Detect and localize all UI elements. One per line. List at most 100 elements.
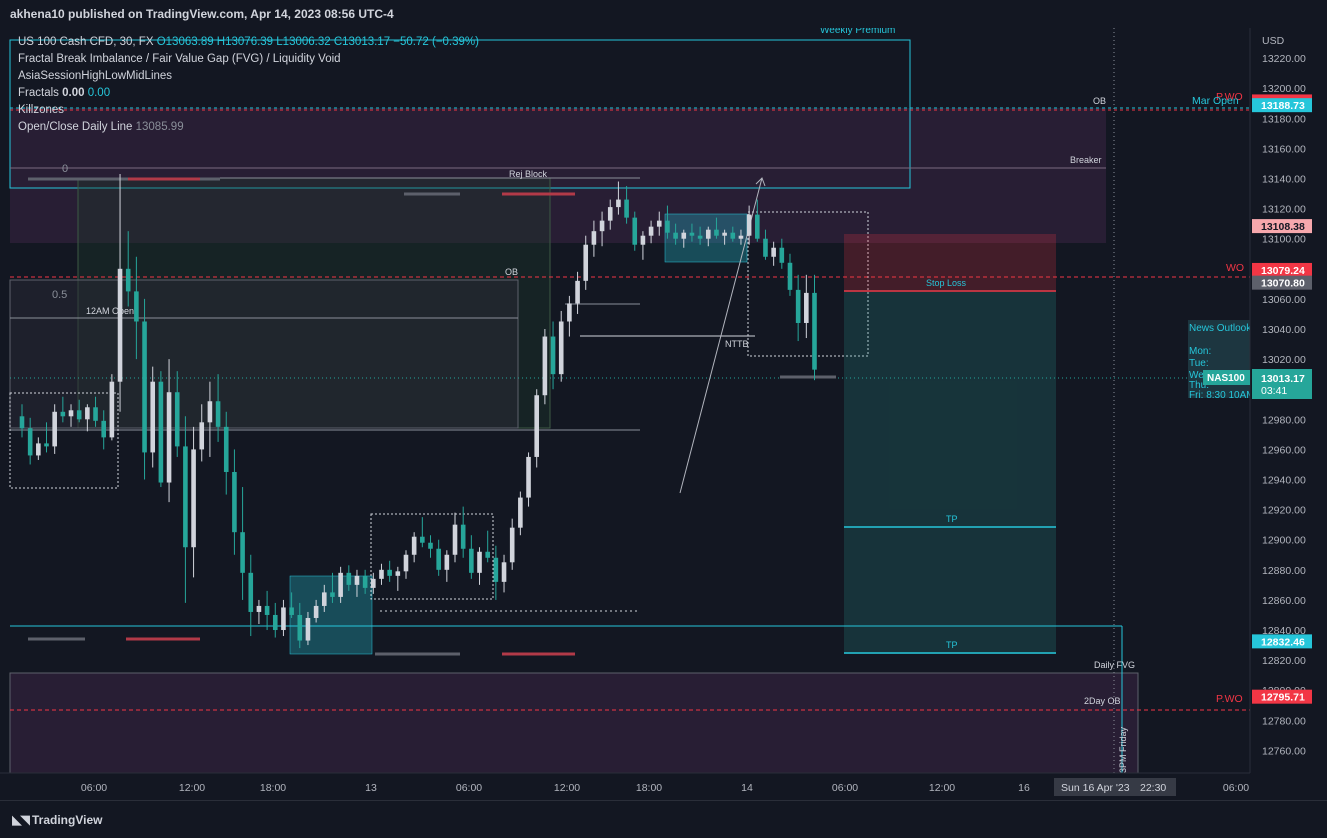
countdown: 03:41 bbox=[1261, 385, 1287, 397]
candle-body bbox=[526, 456, 531, 498]
y-tick-14: 13040.00 bbox=[1262, 324, 1306, 336]
candle-body bbox=[656, 220, 662, 227]
daily-fvg-zone bbox=[9, 672, 1139, 774]
candle-body bbox=[338, 572, 343, 597]
breaker-label: Breaker bbox=[1070, 155, 1102, 165]
tp2-label: TP bbox=[946, 640, 958, 650]
x-tick-0: 06:00 bbox=[81, 782, 107, 794]
candle-body bbox=[436, 548, 441, 570]
price-label-3: 13079.24 bbox=[1261, 265, 1305, 277]
candle-body bbox=[738, 235, 744, 239]
candle-body bbox=[36, 443, 41, 456]
chart-legend: US 100 Cash CFD, 30, FX O13063.89 H13076… bbox=[18, 34, 479, 136]
daily-line-value: 13085.99 bbox=[135, 121, 184, 133]
x-tick-7: 14 bbox=[741, 782, 753, 794]
tradingview-logo[interactable]: ⁠◣◥ TradingView bbox=[12, 812, 102, 828]
legend-ohlc: O13063.89 H13076.39 L13006.32 C13013.17 … bbox=[156, 36, 479, 48]
ob-mid-label: OB bbox=[505, 267, 518, 277]
crosshair-date: Sun 16 Apr '23 bbox=[1061, 782, 1130, 794]
candle-body bbox=[804, 292, 809, 323]
candle-body bbox=[730, 232, 736, 239]
x-tick-8: 06:00 bbox=[832, 782, 858, 794]
nttb-label: NTTB bbox=[725, 339, 749, 349]
candle-body bbox=[705, 229, 711, 239]
candle-body bbox=[714, 229, 719, 236]
candle-body bbox=[158, 381, 164, 483]
candle-body bbox=[223, 426, 229, 472]
fractals-value-2: 0.00 bbox=[87, 87, 111, 99]
mar-open-label: Mar Open bbox=[1192, 95, 1239, 107]
daily-line-label: Open/Close Daily Line bbox=[18, 121, 133, 133]
legend-indicator-0[interactable]: Fractal Break Imbalance / Fair Value Gap… bbox=[18, 51, 479, 68]
candle-body bbox=[150, 381, 156, 453]
candle-body bbox=[755, 214, 760, 239]
candle-body bbox=[518, 497, 523, 528]
x-tick-4: 06:00 bbox=[456, 782, 482, 794]
candle-body bbox=[289, 607, 294, 615]
candle-body bbox=[697, 235, 703, 239]
y-tick-23: 13220.00 bbox=[1262, 53, 1306, 65]
candle-body bbox=[321, 592, 327, 606]
candle-body bbox=[558, 321, 564, 375]
candle-body bbox=[632, 217, 638, 245]
candle-body bbox=[591, 231, 597, 245]
candle-body bbox=[624, 199, 629, 218]
fib-05-label: 0.5 bbox=[52, 289, 67, 301]
y-tick-3: 12820.00 bbox=[1262, 655, 1306, 667]
daily-fvg-label: Daily FVG bbox=[1094, 660, 1135, 670]
candle-body bbox=[297, 614, 303, 641]
candle-body bbox=[599, 220, 605, 232]
crosshair-time: 22:30 bbox=[1140, 782, 1166, 794]
x-tick-3: 13 bbox=[365, 782, 377, 794]
candle-body bbox=[771, 247, 776, 257]
candle-body bbox=[395, 571, 401, 576]
candle-body bbox=[460, 524, 466, 549]
y-tick-6: 12880.00 bbox=[1262, 565, 1306, 577]
price-label-1: 13188.73 bbox=[1261, 100, 1305, 112]
candle-body bbox=[125, 268, 131, 292]
candle-body bbox=[485, 551, 490, 558]
candle-body bbox=[640, 235, 646, 245]
candle-body bbox=[109, 381, 115, 438]
price-label-4: 13070.80 bbox=[1261, 278, 1305, 290]
candle-body bbox=[174, 392, 180, 447]
publisher-header: akhena10 published on TradingView.com, A… bbox=[0, 0, 1327, 28]
y-tick-21: 13180.00 bbox=[1262, 113, 1306, 125]
legend-killzones[interactable]: Killzones bbox=[18, 102, 479, 119]
legend-indicator-1[interactable]: AsiaSessionHighLowMidLines bbox=[18, 68, 479, 85]
y-tick-8: 12920.00 bbox=[1262, 505, 1306, 517]
fractals-value-1: 0.00 bbox=[62, 87, 85, 99]
candle-body bbox=[534, 395, 540, 457]
price-label-2: 13108.38 bbox=[1261, 221, 1305, 233]
candlestick-chart[interactable]: Weekly Premium P.WO Mar Open OB Breaker … bbox=[0, 28, 1327, 800]
candle-body bbox=[550, 336, 556, 375]
pwo-bottom-label: P.WO bbox=[1216, 693, 1243, 705]
wo-label: WO bbox=[1226, 262, 1244, 274]
candle-body bbox=[689, 232, 695, 236]
candle-body bbox=[648, 226, 654, 236]
x-tick-9: 12:00 bbox=[929, 782, 955, 794]
legend-fractals[interactable]: Fractals 0.00 0.00 bbox=[18, 85, 479, 102]
two-day-ob-label: 2Day OB bbox=[1084, 696, 1121, 706]
candle-body bbox=[191, 449, 196, 548]
y-tick-22: 13200.00 bbox=[1262, 83, 1306, 95]
candle-body bbox=[199, 422, 205, 450]
candle-body bbox=[60, 411, 66, 417]
nas100-symbol: NAS100 bbox=[1207, 373, 1245, 384]
candle-body bbox=[44, 443, 49, 447]
candle-body bbox=[501, 562, 507, 582]
legend-daily-line[interactable]: Open/Close Daily Line 13085.99 bbox=[18, 119, 479, 136]
x-tick-10: 16 bbox=[1018, 782, 1030, 794]
candle-body bbox=[183, 446, 188, 548]
candle-body bbox=[272, 614, 278, 631]
candle-body bbox=[795, 289, 801, 323]
price-label-5: 12832.46 bbox=[1261, 636, 1305, 648]
fractals-label: Fractals bbox=[18, 87, 59, 99]
candle-body bbox=[68, 410, 74, 417]
stop-loss-label: Stop Loss bbox=[926, 278, 967, 288]
candle-body bbox=[444, 554, 450, 570]
candle-body bbox=[428, 542, 433, 549]
twelve-am-open-label: 12AM Open bbox=[86, 306, 134, 316]
time-axis[interactable]: 06:00 12:00 18:00 13 06:00 12:00 18:00 14 06:00 1… bbox=[0, 772, 1327, 800]
x-tick-11: 06:00 bbox=[1223, 782, 1249, 794]
